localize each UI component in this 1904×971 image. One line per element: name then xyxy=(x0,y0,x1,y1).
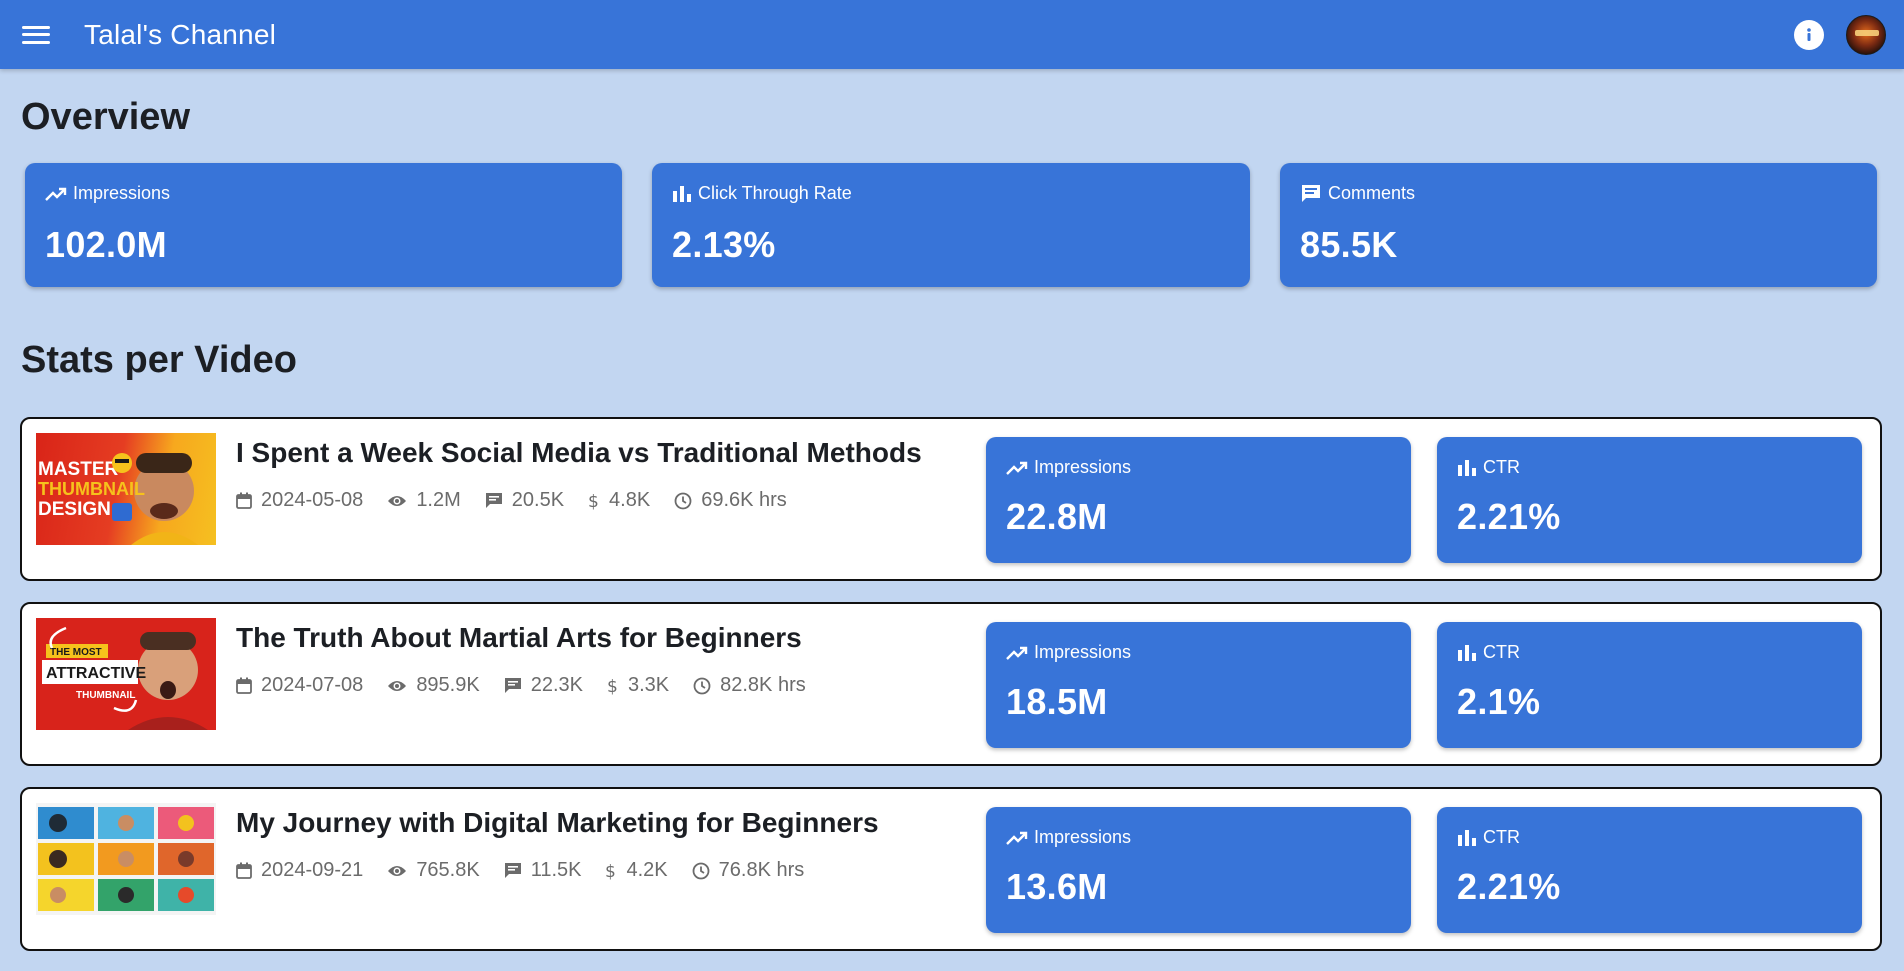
video-impressions-card: Impressions 22.8M xyxy=(986,437,1411,563)
ctr-label: CTR xyxy=(1483,642,1520,662)
thumbnail-text: ATTRACTIVE xyxy=(46,665,146,682)
overview-card-value: 102.0M xyxy=(45,224,167,265)
eye-icon xyxy=(388,495,407,506)
clock-icon xyxy=(674,492,692,509)
video-comments: 20.5K xyxy=(511,489,565,511)
bar-chart-icon xyxy=(673,185,691,202)
trending-up-icon xyxy=(1006,831,1028,845)
svg-text:$: $ xyxy=(607,677,618,695)
clock-icon xyxy=(693,677,711,694)
ctr-value: 2.1% xyxy=(1457,681,1541,722)
video-impressions-card: Impressions 13.6M xyxy=(986,807,1411,933)
calendar-icon xyxy=(236,677,252,694)
overview-card-label: Click Through Rate xyxy=(698,183,852,203)
video-date: 2024-05-08 xyxy=(261,489,364,511)
menu-icon[interactable] xyxy=(22,24,50,46)
video-thumbnail[interactable]: MASTER THUMBNAIL DESIGN xyxy=(36,433,216,545)
info-icon[interactable] xyxy=(1794,19,1824,50)
eye-icon xyxy=(388,865,407,876)
overview-card-ctr: Click Through Rate 2.13% xyxy=(652,163,1250,287)
overview-title: Overview xyxy=(21,96,190,138)
avatar[interactable] xyxy=(1846,14,1886,55)
thumbnail-text: THUMBNAIL xyxy=(76,690,135,701)
clock-icon xyxy=(692,862,710,879)
trending-up-icon xyxy=(1006,461,1028,475)
thumbnail-text: MASTER xyxy=(38,459,119,480)
comment-icon xyxy=(1302,184,1320,202)
video-revenue: 4.2K xyxy=(626,859,668,881)
calendar-icon xyxy=(236,862,252,879)
video-watch-time: 76.8K hrs xyxy=(718,859,805,881)
overview-card-comments: Comments 85.5K xyxy=(1280,163,1877,287)
video-title[interactable]: My Journey with Digital Marketing for Be… xyxy=(236,807,879,839)
overview-card-label: Comments xyxy=(1328,183,1416,203)
eye-icon xyxy=(388,680,407,691)
svg-text:$: $ xyxy=(588,492,599,510)
dollar-icon: $ xyxy=(588,492,599,510)
overview-card-value: 2.13% xyxy=(672,224,776,265)
thumbnail-text: THUMBNAIL xyxy=(38,479,145,499)
comment-icon xyxy=(485,493,502,508)
video-thumbnail[interactable] xyxy=(36,803,216,915)
video-ctr-card: CTR 2.21% xyxy=(1437,437,1862,563)
video-meta: 2024-09-21 765.8K 11.5K $ 4.2K 76.8K hrs xyxy=(236,859,828,882)
app-bar: Talal's Channel xyxy=(0,0,1904,69)
video-views: 765.8K xyxy=(416,859,480,881)
dollar-icon: $ xyxy=(607,677,618,695)
video-row[interactable]: My Journey with Digital Marketing for Be… xyxy=(20,787,1882,951)
impressions-value: 18.5M xyxy=(1006,681,1108,722)
thumbnail-text: DESIGN xyxy=(38,499,111,520)
comment-icon xyxy=(504,863,521,878)
video-ctr-card: CTR 2.21% xyxy=(1437,807,1862,933)
video-meta: 2024-07-08 895.9K 22.3K $ 3.3K 82.8K hrs xyxy=(236,674,830,697)
video-row[interactable]: MASTER THUMBNAIL DESIGN I Spent a Week S… xyxy=(20,417,1882,581)
video-row[interactable]: THE MOST ATTRACTIVE THUMBNAIL The Truth … xyxy=(20,602,1882,766)
app-title: Talal's Channel xyxy=(84,18,277,50)
ctr-value: 2.21% xyxy=(1457,866,1561,907)
ctr-value: 2.21% xyxy=(1457,496,1561,537)
ctr-label: CTR xyxy=(1483,827,1520,847)
video-title[interactable]: I Spent a Week Social Media vs Tradition… xyxy=(236,437,922,469)
calendar-icon xyxy=(236,492,252,509)
video-ctr-card: CTR 2.1% xyxy=(1437,622,1862,748)
video-watch-time: 69.6K hrs xyxy=(701,489,787,511)
overview-card-value: 85.5K xyxy=(1300,224,1398,265)
video-revenue: 3.3K xyxy=(627,674,670,696)
video-date: 2024-07-08 xyxy=(261,674,364,696)
trending-up-icon xyxy=(45,187,67,201)
video-impressions-card: Impressions 18.5M xyxy=(986,622,1411,748)
bar-chart-icon xyxy=(1458,829,1476,846)
video-views: 1.2M xyxy=(416,489,461,511)
video-views: 895.9K xyxy=(416,674,480,696)
video-title[interactable]: The Truth About Martial Arts for Beginne… xyxy=(236,622,802,654)
trending-up-icon xyxy=(1006,646,1028,660)
video-meta: 2024-05-08 1.2M 20.5K $ 4.8K 69.6K hrs xyxy=(236,489,811,512)
impressions-label: Impressions xyxy=(1034,457,1132,477)
video-date: 2024-09-21 xyxy=(261,859,364,881)
video-revenue: 4.8K xyxy=(609,489,651,511)
bar-chart-icon xyxy=(1458,644,1476,661)
impressions-value: 22.8M xyxy=(1006,496,1108,537)
svg-text:$: $ xyxy=(605,862,616,880)
impressions-value: 13.6M xyxy=(1006,866,1108,907)
impressions-label: Impressions xyxy=(1034,827,1132,847)
video-comments: 11.5K xyxy=(530,859,582,881)
stats-title: Stats per Video xyxy=(21,339,297,381)
comment-icon xyxy=(504,678,521,693)
overview-card-label: Impressions xyxy=(73,183,171,203)
dollar-icon: $ xyxy=(605,862,616,880)
bar-chart-icon xyxy=(1458,459,1476,476)
ctr-label: CTR xyxy=(1483,457,1520,477)
video-watch-time: 82.8K hrs xyxy=(720,674,806,696)
thumbnail-text: THE MOST xyxy=(50,647,102,658)
video-comments: 22.3K xyxy=(530,674,583,696)
impressions-label: Impressions xyxy=(1034,642,1132,662)
overview-card-impressions: Impressions 102.0M xyxy=(25,163,622,287)
video-thumbnail[interactable]: THE MOST ATTRACTIVE THUMBNAIL xyxy=(36,618,216,730)
